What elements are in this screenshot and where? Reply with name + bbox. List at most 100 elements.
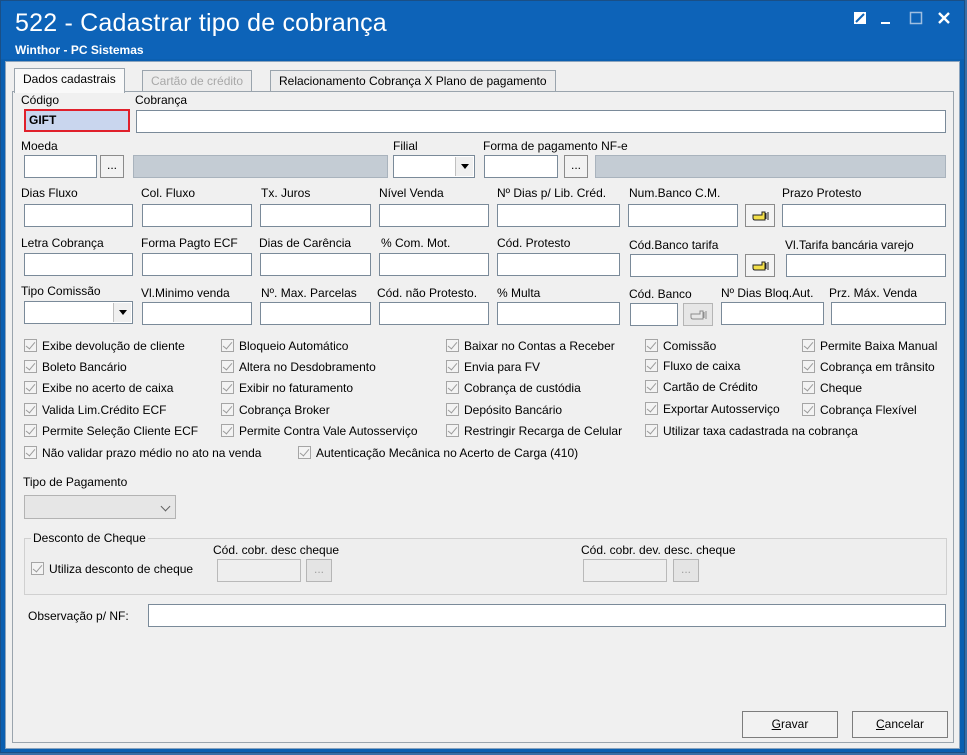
tipo-pagamento-label: Tipo de Pagamento — [23, 475, 128, 489]
checkbox-checked-icon — [221, 339, 234, 352]
dias-carencia-input[interactable] — [260, 253, 371, 276]
maximize-icon[interactable] — [905, 11, 927, 31]
checkbox-label: Permite Seleção Cliente ECF — [42, 424, 199, 438]
checkbox-label: Bloqueio Automático — [239, 339, 349, 353]
cod-protesto-input[interactable] — [497, 253, 620, 276]
letra-cobranca-input[interactable] — [24, 253, 133, 276]
checkbox-checked-icon — [298, 446, 311, 459]
cod-banco-tarifa-lookup-button[interactable] — [745, 254, 775, 277]
num-banco-cm-lookup-button[interactable] — [745, 204, 775, 227]
tipo-comissao-label: Tipo Comissão — [21, 284, 101, 298]
checkbox-checked-icon — [802, 403, 815, 416]
tipo-comissao-combo[interactable] — [24, 301, 133, 324]
cobranca-input[interactable] — [136, 110, 946, 133]
moeda-input[interactable] — [24, 155, 97, 178]
checkbox-checked-icon — [446, 424, 459, 437]
checkbox-label: Exibir no faturamento — [239, 381, 354, 395]
cod-cobr-desc-cheque-label: Cód. cobr. desc cheque — [213, 543, 340, 557]
cod-nao-protesto-input[interactable] — [379, 302, 489, 325]
pointing-hand-icon — [690, 310, 707, 320]
dias-carencia-label: Dias de Carência — [259, 236, 352, 250]
multa-input[interactable] — [497, 302, 620, 325]
vl-minimo-venda-label: Vl.Minimo venda — [141, 286, 230, 300]
moeda-label: Moeda — [21, 139, 58, 153]
dias-fluxo-input[interactable] — [24, 204, 133, 227]
tx-juros-input[interactable] — [260, 204, 371, 227]
pointing-hand-icon — [752, 211, 769, 221]
minimize-icon[interactable] — [875, 11, 897, 31]
checkbox-label: Permite Contra Vale Autosserviço — [239, 424, 418, 438]
num-banco-cm-input[interactable] — [628, 204, 738, 227]
prazo-protesto-label: Prazo Protesto — [782, 186, 862, 200]
main-window: 522 - Cadastrar tipo de cobrança Winthor… — [0, 0, 965, 753]
cod-banco-lookup-button[interactable] — [683, 303, 713, 326]
checkbox-label: Fluxo de caixa — [663, 359, 741, 373]
checkbox-label: Boleto Bancário — [42, 360, 127, 374]
tab-relacionamento-cobranca[interactable]: Relacionamento Cobrança X Plano de pagam… — [270, 70, 556, 92]
cod-banco-input[interactable] — [630, 303, 678, 326]
checkbox-label: Permite Baixa Manual — [820, 339, 938, 353]
filial-combo[interactable] — [393, 155, 475, 178]
forma-pagamento-lookup-button[interactable]: ... — [564, 155, 588, 178]
col-fluxo-input[interactable] — [142, 204, 252, 227]
n-max-parcelas-input[interactable] — [260, 302, 371, 325]
checkbox-label: Depósito Bancário — [464, 403, 563, 417]
nivel-venda-input[interactable] — [379, 204, 489, 227]
observacao-input[interactable] — [148, 604, 946, 627]
window-subtitle: Winthor - PC Sistemas — [15, 43, 144, 57]
chevron-down-icon — [160, 501, 171, 512]
checkbox-checked-icon — [645, 424, 658, 437]
tab-cartao-credito[interactable]: Cartão de crédito — [142, 70, 253, 92]
access-key: C — [875, 717, 885, 731]
letra-cobranca-label: Letra Cobrança — [21, 236, 104, 250]
col-fluxo-label: Col. Fluxo — [141, 186, 196, 200]
cod-cobr-desc-lookup-button[interactable]: ... — [306, 559, 332, 582]
checkbox-checked-icon — [645, 380, 658, 393]
n-max-parcelas-label: Nº. Max. Parcelas — [261, 286, 357, 300]
cod-cobr-dev-lookup-button[interactable]: ... — [673, 559, 699, 582]
close-icon[interactable] — [933, 11, 955, 31]
vl-minimo-venda-input[interactable] — [142, 302, 252, 325]
tipo-pagamento-select[interactable] — [24, 495, 176, 519]
cod-cobr-desc-cheque-input[interactable] — [217, 559, 301, 582]
vl-tarifa-bancaria-input[interactable] — [786, 254, 946, 277]
gravar-button[interactable]: Gravar — [742, 711, 838, 738]
checkbox-checked-icon — [645, 402, 658, 415]
cod-cobr-dev-desc-cheque-input[interactable] — [583, 559, 667, 582]
moeda-lookup-button[interactable]: ... — [100, 155, 124, 178]
observacao-label: Observação p/ NF: — [28, 609, 129, 623]
codigo-label: Código — [21, 93, 60, 107]
checkbox-label: Não validar prazo médio no ato na venda — [42, 446, 262, 460]
tab-label: Relacionamento Cobrança X Plano de pagam… — [279, 74, 547, 88]
desconto-cheque-group: Desconto de Cheque Utiliza desconto de c… — [24, 531, 947, 595]
cancelar-button[interactable]: Cancelar — [852, 711, 948, 738]
forma-pagamento-nfe-input[interactable] — [484, 155, 558, 178]
forma-pagto-ecf-input[interactable] — [142, 253, 252, 276]
checkbox-label: Valida Lim.Crédito ECF — [42, 403, 167, 417]
cod-cobr-dev-desc-cheque-label: Cód. cobr. dev. desc. cheque — [581, 543, 736, 557]
com-mot-input[interactable] — [379, 253, 489, 276]
access-key: G — [771, 717, 781, 731]
n-dias-bloq-aut-input[interactable] — [721, 302, 824, 325]
codigo-input[interactable]: GIFT — [24, 109, 130, 132]
prz-max-venda-input[interactable] — [831, 302, 946, 325]
forma-pagto-ecf-label: Forma Pagto ECF — [141, 236, 238, 250]
checkbox-checked-icon — [446, 360, 459, 373]
checkbox-label: Utiliza desconto de cheque — [49, 562, 194, 576]
cod-banco-tarifa-input[interactable] — [630, 254, 738, 277]
pointing-hand-icon — [752, 261, 769, 271]
form-client-area: Dados cadastrais Cartão de crédito Relac… — [5, 61, 960, 749]
prazo-protesto-input[interactable] — [782, 204, 946, 227]
checkbox-label: Autenticação Mecânica no Acerto de Carga… — [316, 446, 579, 460]
checkbox-label: Exportar Autosserviço — [663, 402, 780, 416]
n-dias-lib-cred-input[interactable] — [497, 204, 620, 227]
restore-icon[interactable] — [849, 11, 871, 31]
tab-dados-cadastrais[interactable]: Dados cadastrais — [14, 68, 125, 93]
checkbox-checked-icon — [221, 403, 234, 416]
tab-label: Cartão de crédito — [151, 74, 244, 88]
checkbox-checked-icon — [24, 339, 37, 352]
checkbox-checked-icon — [446, 403, 459, 416]
nivel-venda-label: Nível Venda — [379, 186, 444, 200]
checkbox-checked-icon — [802, 360, 815, 373]
cod-nao-protesto-label: Cód. não Protesto. — [377, 286, 478, 300]
